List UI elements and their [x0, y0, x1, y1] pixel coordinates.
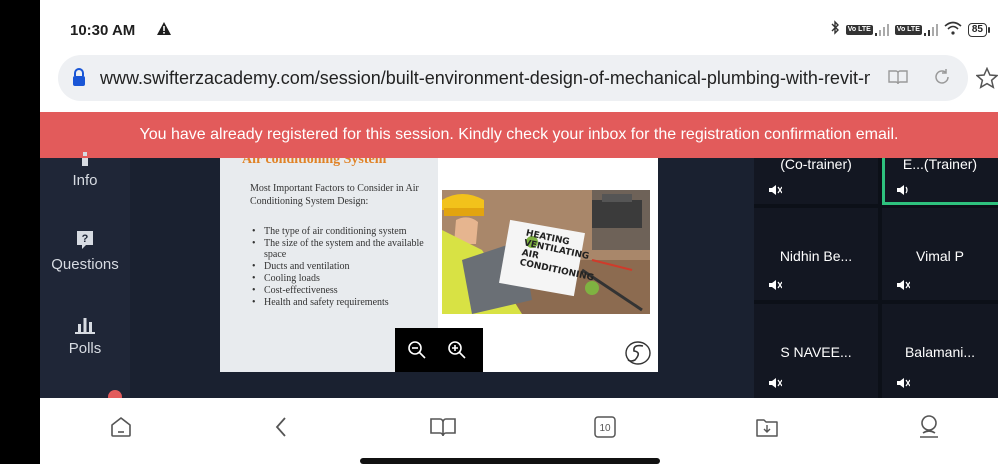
mic-muted-icon	[896, 278, 911, 294]
mic-muted-icon	[768, 183, 783, 199]
participant-name: S NAVEE...	[780, 344, 852, 360]
zoom-in-icon[interactable]	[447, 340, 467, 365]
tabs-icon[interactable]: 10	[590, 412, 620, 442]
participant-tile[interactable]: Balamani...	[882, 304, 998, 398]
sidebar-item-info[interactable]: Info	[40, 152, 130, 189]
sidebar-item-label: Questions	[51, 256, 119, 273]
participant-name: E...(Trainer)	[902, 156, 978, 172]
downloads-icon[interactable]	[752, 412, 782, 442]
participant-name: Balamani...	[904, 344, 976, 360]
reload-icon[interactable]	[933, 68, 951, 91]
signal-bars-icon	[923, 24, 938, 36]
url-text[interactable]: www.swifterzacademy.com/session/built-en…	[100, 68, 870, 89]
signal-sim2: Vo LTE	[894, 24, 938, 36]
hvac-worker-photo: HEATING VENTILATING AIR CONDITIONING	[442, 190, 650, 314]
wifi-icon	[944, 21, 962, 40]
bluetooth-icon	[830, 20, 840, 40]
mic-muted-icon	[768, 376, 783, 392]
participant-tile-active[interactable]: E...(Trainer)	[882, 156, 998, 204]
academy-logo-icon	[624, 340, 652, 371]
status-icons: Vo LTE Vo LTE 85	[830, 20, 990, 40]
participant-tile[interactable]: Nidhin Be...	[754, 208, 878, 300]
slide-bullet: Ducts and ventilation	[250, 261, 440, 272]
slide-intro: Most Important Factors to Consider in Ai…	[250, 183, 419, 207]
sidebar-item-label: Polls	[68, 340, 102, 357]
active-speaker-border	[882, 158, 885, 204]
sidebar-item-polls[interactable]: Polls	[40, 316, 130, 357]
participant-name: Vimal P	[916, 248, 964, 264]
zoom-out-icon[interactable]	[407, 340, 427, 365]
bookmarks-icon[interactable]	[428, 412, 458, 442]
home-icon[interactable]	[106, 412, 136, 442]
reader-mode-icon[interactable]	[888, 69, 908, 90]
webinar-area: Info ? Questions Polls Air conditioning …	[40, 152, 998, 404]
presentation-stage: Air conditioning System Most Important F…	[130, 158, 750, 398]
webinar-sidebar: Info ? Questions Polls	[40, 152, 130, 404]
status-bar: 10:30 AM Vo LTE Vo LTE 85	[40, 0, 998, 50]
speaker-on-icon	[896, 183, 910, 199]
battery-indicator: 85	[967, 23, 990, 37]
participant-name: (Co-trainer)	[780, 156, 852, 172]
signal-bars-icon	[874, 24, 889, 36]
battery-tip	[988, 27, 990, 33]
status-time: 10:30 AM	[70, 22, 136, 39]
slide-title: Air conditioning System	[242, 158, 387, 167]
mic-muted-icon	[768, 278, 783, 294]
slide-bullet-list: The type of air conditioning system The …	[250, 226, 440, 309]
profile-icon[interactable]	[914, 412, 944, 442]
signal-sim1: Vo LTE	[845, 24, 889, 36]
slide-bullet: Cost-effectiveness	[250, 285, 440, 296]
slide-bullet: The size of the system and the available…	[250, 238, 440, 260]
device-frame: 10:30 AM Vo LTE Vo LTE 85 www.swifterzac…	[0, 0, 998, 464]
participant-tile[interactable]: S NAVEE...	[754, 304, 878, 398]
address-bar[interactable]: www.swifterzacademy.com/session/built-en…	[58, 55, 968, 101]
bookmark-star-icon[interactable]	[975, 66, 998, 94]
registration-alert-banner: You have already registered for this ses…	[40, 112, 998, 158]
warning-icon	[157, 22, 171, 40]
slide-bullet: The type of air conditioning system	[250, 226, 440, 237]
participant-tile[interactable]: (Co-trainer)	[754, 156, 878, 204]
battery-level: 85	[967, 23, 987, 37]
sidebar-item-questions[interactable]: ? Questions	[40, 230, 130, 273]
bar-chart-icon	[75, 318, 95, 334]
participant-grid: (Co-trainer) E...(Trainer) Nidhin Be...	[754, 156, 998, 398]
active-speaker-border	[882, 202, 998, 205]
slide-bullet: Cooling loads	[250, 273, 440, 284]
volte-badge: Vo LTE	[845, 25, 873, 35]
sidebar-item-label: Info	[72, 172, 98, 189]
slide-bullet: Health and safety requirements	[250, 297, 440, 308]
tabs-count: 10	[599, 423, 611, 434]
participant-tile[interactable]: Vimal P	[882, 208, 998, 300]
lock-icon[interactable]	[72, 68, 86, 91]
back-icon[interactable]	[266, 412, 296, 442]
browser-bottom-nav: 10	[40, 398, 998, 464]
zoom-controls	[395, 328, 483, 372]
participant-name: Nidhin Be...	[779, 248, 853, 264]
volte-badge: Vo LTE	[894, 25, 922, 35]
question-bubble-icon: ?	[77, 231, 93, 249]
phone-screen: 10:30 AM Vo LTE Vo LTE 85 www.swifterzac…	[40, 0, 998, 464]
info-icon	[82, 152, 88, 166]
home-indicator	[360, 458, 660, 464]
svg-text:?: ?	[82, 233, 89, 245]
mic-muted-icon	[896, 376, 911, 392]
